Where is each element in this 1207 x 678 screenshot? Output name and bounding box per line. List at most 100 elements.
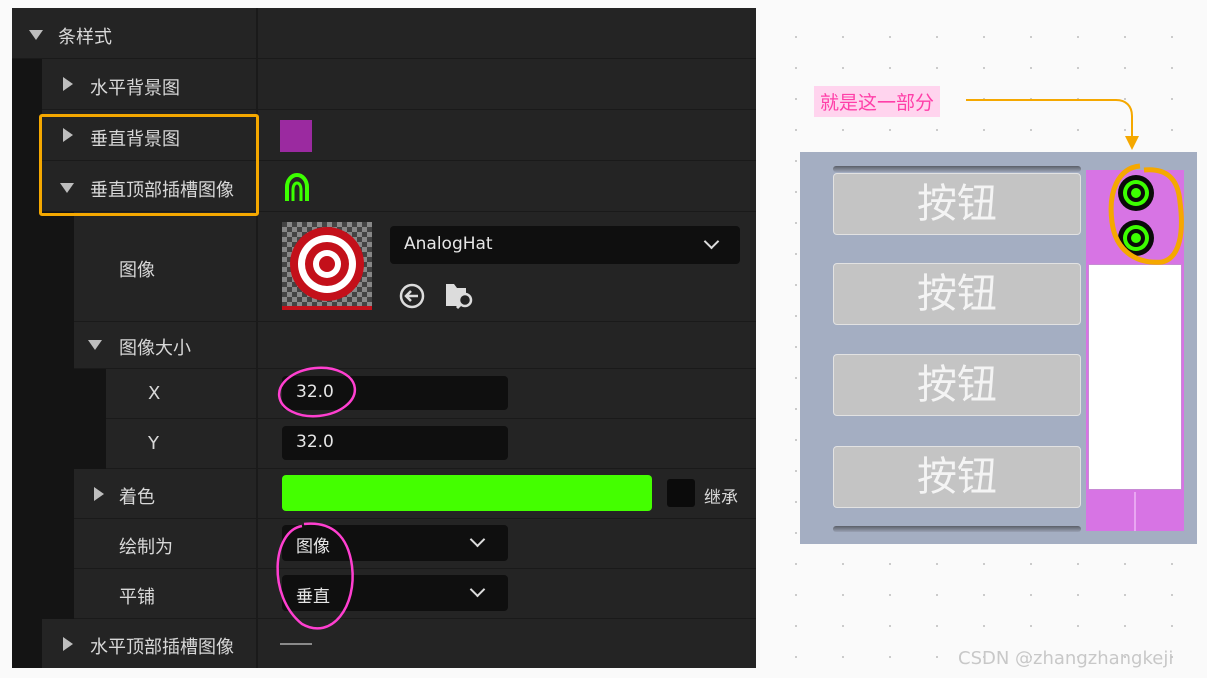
grid-dot [842,656,844,658]
grid-dot [889,129,891,131]
row-size-x: X 32.0 [12,369,756,419]
watermark: CSDN @zhangzhangkeji [958,648,1174,669]
grid-dot [1171,36,1173,38]
row-label: Y [148,433,159,454]
grid-dot [936,129,938,131]
row-label: 图像大小 [119,338,191,359]
grid-dot [1077,67,1079,69]
preview-button[interactable]: 按钮 [833,173,1081,235]
row-label: 水平顶部插槽图像 [90,637,234,658]
row-label: 图像 [119,260,155,281]
grid-dot [795,532,797,534]
grid-dot [842,67,844,69]
grid-dot [983,563,985,565]
preview-button[interactable]: 按钮 [833,263,1081,325]
scrollbar-divider [1134,492,1136,531]
grid-dot [1077,625,1079,627]
collapse-arrow-icon[interactable] [94,487,104,501]
grid-dot [795,439,797,441]
asset-name: AnalogHat [404,234,493,254]
highlight-scribble [1108,163,1184,265]
grid-dot [936,656,938,658]
grid-dot [936,563,938,565]
grid-dot [983,625,985,627]
grid-dot [1030,625,1032,627]
grid-dot [842,36,844,38]
grid-dot [1171,625,1173,627]
grid-dot [795,377,797,379]
scrollbox-preview: 按钮 按钮 按钮 按钮 [800,152,1197,544]
row-label: 平铺 [119,587,155,608]
row-tiling: 平铺 垂直 [12,569,756,619]
grid-dot [1030,594,1032,596]
annotation-arrow [966,99,1139,150]
grid-dot [889,594,891,596]
row-image[interactable]: 图像 AnalogHat [12,212,756,322]
browse-asset-icon[interactable] [444,280,476,310]
annotation-marks [276,366,357,630]
grid-dot [795,160,797,162]
inherit-label: 继承 [704,488,738,508]
use-selected-asset-icon[interactable] [398,282,426,310]
empty-slot-dash [280,643,312,645]
grid-dot [936,67,938,69]
chevron-down-icon [469,581,486,598]
grid-dot [795,346,797,348]
grid-dot [936,594,938,596]
grid-dot [889,563,891,565]
highlight-box [39,114,259,216]
expand-arrow-icon[interactable] [29,30,43,40]
grid-dot [795,408,797,410]
grid-dot [795,284,797,286]
grid-dot [795,253,797,255]
grid-dot [795,470,797,472]
row-image-size[interactable]: 图像大小 [12,322,756,369]
chevron-down-icon [469,531,486,548]
top-shadow [833,166,1081,172]
grid-dot [983,67,985,69]
grid-dot [1171,67,1173,69]
preview-button[interactable]: 按钮 [833,354,1081,416]
texture-thumbnail[interactable] [282,222,372,310]
row-bar-style[interactable]: 条样式 [12,8,756,59]
asset-dropdown[interactable]: AnalogHat [390,226,740,264]
collapse-arrow-icon[interactable] [63,637,73,651]
grid-dot [1124,563,1126,565]
grid-dot [1124,625,1126,627]
grid-dot [1030,67,1032,69]
row-label: 条样式 [58,27,112,48]
row-horizontal-bg[interactable]: 水平背景图 [12,59,756,110]
grid-dot [795,222,797,224]
grid-dot [795,98,797,100]
row-tint[interactable]: 着色 继承 [12,469,756,519]
grid-dot [1124,67,1126,69]
grid-dot [936,625,938,627]
bottom-shadow [833,526,1081,532]
grid-dot [795,656,797,658]
grid-dot [889,36,891,38]
grid-dot [842,129,844,131]
row-size-y: Y 32.0 [12,419,756,469]
details-panel: 条样式 水平背景图 垂直背景图 垂直顶部插槽图像 图像 AnalogHat 图像… [12,8,756,668]
grid-dot [1171,563,1173,565]
color-swatch[interactable] [280,120,312,152]
expand-arrow-icon[interactable] [88,340,102,350]
row-horizontal-top-slot[interactable]: 水平顶部插槽图像 [12,619,756,668]
preview-button[interactable]: 按钮 [833,446,1081,508]
grid-dot [842,563,844,565]
grid-dot [795,36,797,38]
grid-dot [983,36,985,38]
collapse-arrow-icon[interactable] [63,77,73,91]
row-label: 着色 [119,487,155,508]
grid-dot [936,36,938,38]
grid-dot [795,315,797,317]
grid-dot [1171,594,1173,596]
grid-dot [795,625,797,627]
grid-dot [795,67,797,69]
inherit-checkbox[interactable] [667,479,695,507]
grid-dot [1124,36,1126,38]
grid-dot [1171,129,1173,131]
chevron-down-icon [703,233,720,250]
grid-dot [795,191,797,193]
scrollbar-thumb[interactable] [1088,264,1182,490]
